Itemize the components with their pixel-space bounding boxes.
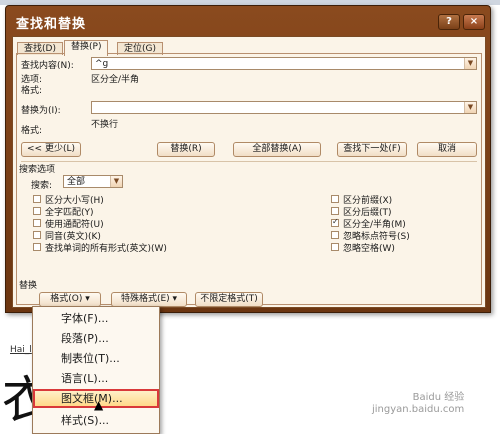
checkbox-wildcards[interactable] [33, 219, 41, 227]
search-select[interactable]: 全部 ▼ [63, 175, 123, 188]
watermark: Baidu 经验 jingyan.baidu.com [372, 392, 465, 415]
replace-format-value: 不换行 [91, 120, 119, 130]
menu-item-style[interactable]: 样式(S)... [35, 411, 157, 430]
find-next-button[interactable]: 查找下一处(F) [337, 142, 407, 157]
find-replace-dialog: 查找和替换 ? × 查找(D) 替换(P) 定位(G) 查找内容(N): ^g … [5, 5, 491, 313]
menu-item-language[interactable]: 语言(L)... [35, 369, 157, 388]
format-button[interactable]: 格式(O) ▾ [39, 292, 101, 307]
search-label: 搜索: [31, 181, 53, 191]
format-label: 格式: [21, 86, 43, 96]
less-button[interactable]: << 更少(L) [21, 142, 81, 157]
search-value: 全部 [67, 177, 86, 187]
checkbox-width[interactable] [331, 217, 339, 227]
dialog-client: 查找(D) 替换(P) 定位(G) 查找内容(N): ^g ▼ 选项: 区分全/… [12, 36, 486, 308]
checkbox-space[interactable] [331, 243, 339, 251]
checkbox-word-forms-label: 查找单词的所有形式(英文)(W) [45, 244, 167, 254]
menu-item-font[interactable]: 字体(F)... [35, 309, 157, 328]
replace-section-label: 替换 [19, 281, 38, 291]
special-button[interactable]: 特殊格式(E) ▾ [111, 292, 187, 307]
divider [21, 161, 477, 162]
tab-replace[interactable]: 替换(P) [64, 40, 109, 56]
checkbox-word-forms[interactable] [33, 243, 41, 251]
options-value: 区分全/半角 [91, 75, 140, 85]
document-text: Hai_l [10, 345, 32, 355]
find-value: ^g [95, 59, 109, 69]
replace-all-button[interactable]: 全部替换(A) [233, 142, 321, 157]
menu-item-tabs[interactable]: 制表位(T)... [35, 349, 157, 368]
dialog-titlebar[interactable]: 查找和替换 ? × [6, 6, 490, 36]
chevron-down-icon[interactable]: ▼ [464, 102, 476, 113]
chevron-down-icon[interactable]: ▼ [110, 176, 122, 187]
chevron-down-icon[interactable]: ▼ [464, 58, 476, 69]
checkbox-sounds-like[interactable] [33, 231, 41, 239]
replace-input[interactable]: ▼ [91, 101, 477, 114]
close-button[interactable]: × [463, 14, 485, 30]
checkbox-suffix[interactable] [331, 207, 339, 215]
mouse-cursor-icon: ▲ [94, 398, 104, 412]
replace-panel: 查找内容(N): ^g ▼ 选项: 区分全/半角 格式: 替换为(I): ▼ 格… [16, 53, 482, 307]
cancel-button[interactable]: 取消 [417, 142, 477, 157]
format-menu: 字体(F)... 段落(P)... 制表位(T)... 语言(L)... 图文框… [32, 306, 160, 434]
checkbox-space-label: 忽略空格(W) [343, 244, 395, 254]
menu-item-paragraph[interactable]: 段落(P)... [35, 329, 157, 348]
replace-format-label: 格式: [21, 126, 43, 136]
find-input[interactable]: ^g ▼ [91, 57, 477, 70]
checkbox-punct[interactable] [331, 231, 339, 239]
checkbox-case[interactable] [33, 195, 41, 203]
dialog-title: 查找和替换 [16, 17, 87, 32]
find-label: 查找内容(N): [21, 61, 74, 71]
replace-button[interactable]: 替换(R) [157, 142, 215, 157]
search-options-label: 搜索选项 [19, 165, 56, 175]
no-format-button[interactable]: 不限定格式(T) [195, 292, 263, 307]
replace-label: 替换为(I): [21, 106, 61, 116]
help-button[interactable]: ? [438, 14, 460, 30]
checkbox-whole-word[interactable] [33, 207, 41, 215]
checkbox-prefix[interactable] [331, 195, 339, 203]
